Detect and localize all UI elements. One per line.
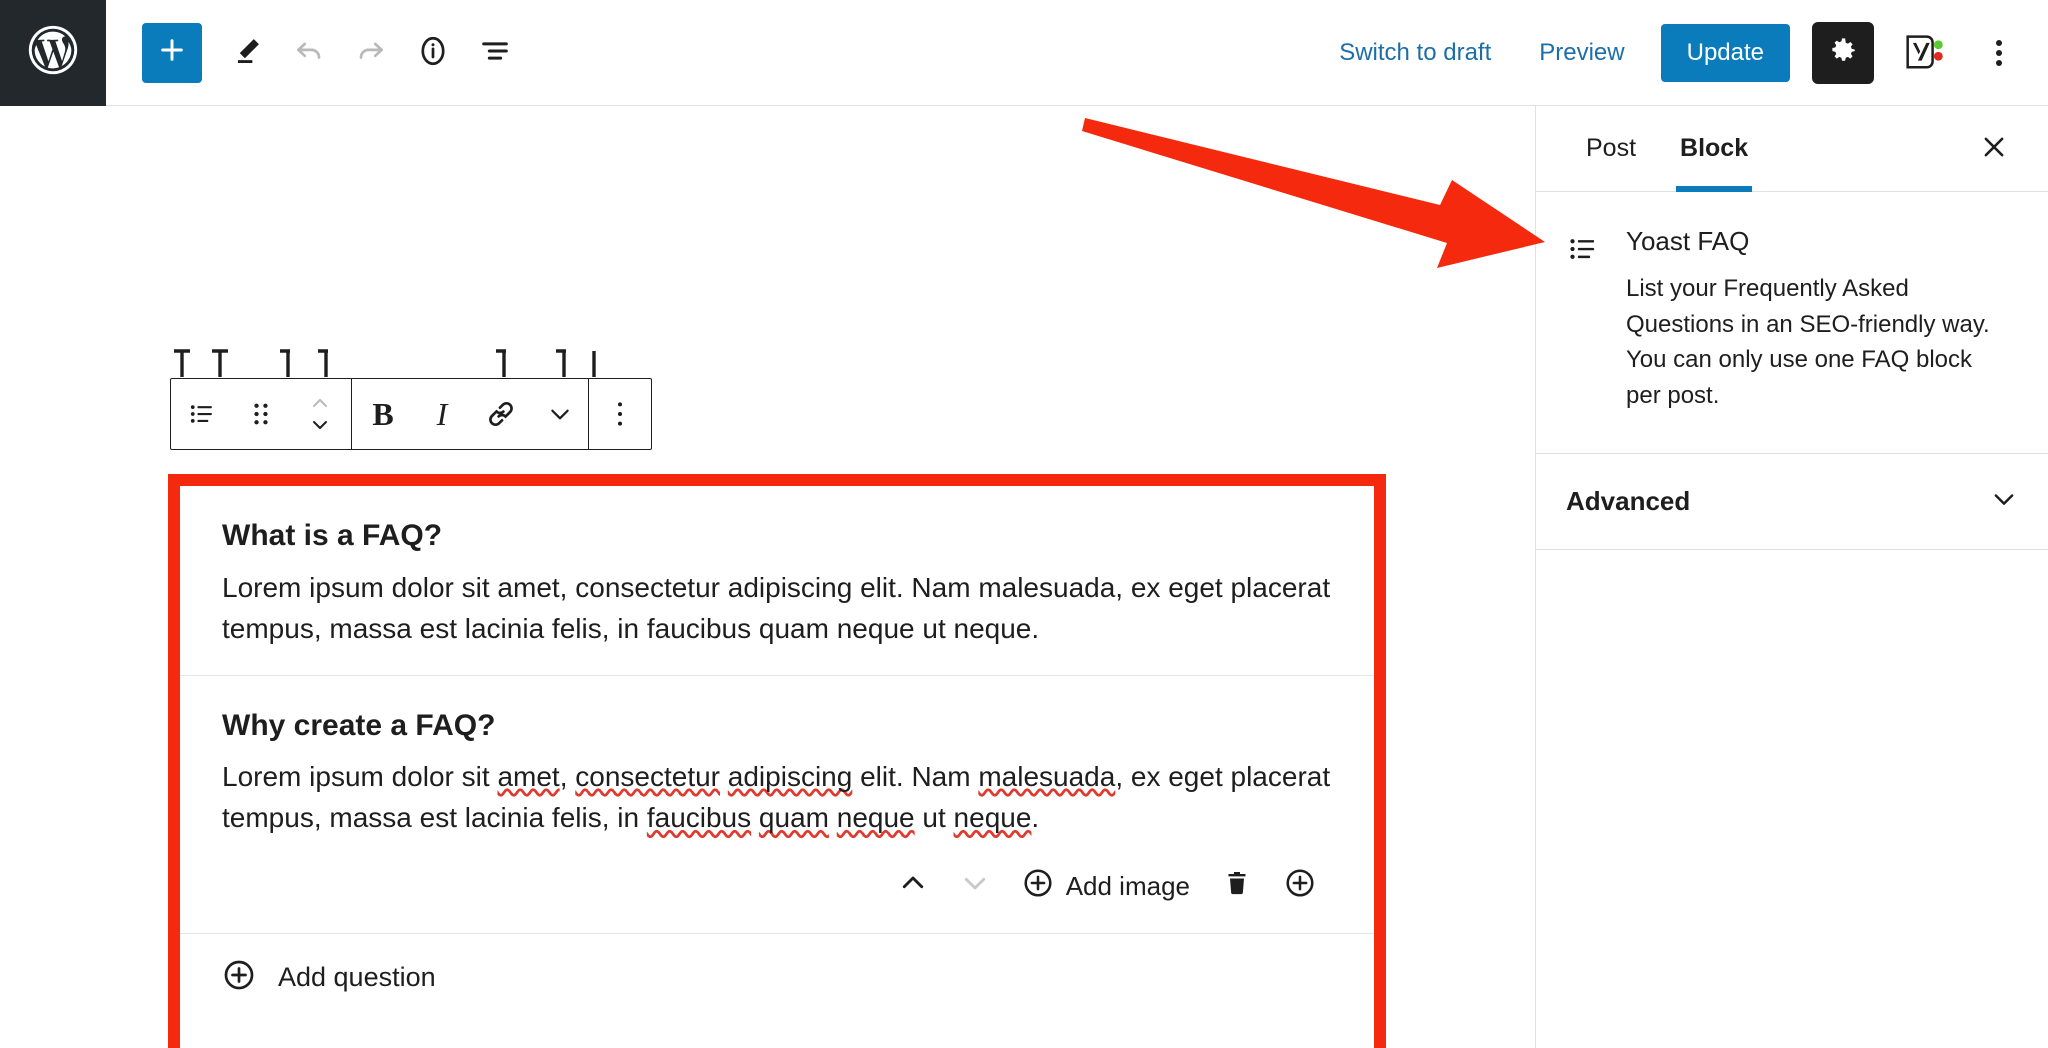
kebab-menu-icon bbox=[1996, 36, 2002, 70]
wordpress-block-editor: Switch to draft Preview Update B I What … bbox=[0, 0, 2048, 1048]
switch-to-draft-button[interactable]: Switch to draft bbox=[1315, 39, 1515, 67]
close-icon bbox=[1979, 132, 2009, 165]
block-type-icon bbox=[187, 399, 217, 429]
yoast-faq-block[interactable]: What is a FAQ? Lorem ipsum dolor sit ame… bbox=[180, 486, 1374, 1048]
block-options-icon bbox=[609, 399, 631, 429]
undo-icon bbox=[292, 34, 326, 71]
more-options-button[interactable] bbox=[1972, 22, 2026, 84]
plus-circle-icon bbox=[1022, 867, 1054, 906]
italic-icon: I bbox=[436, 395, 448, 432]
list-view-icon bbox=[478, 34, 512, 71]
chevron-down-icon bbox=[547, 401, 573, 427]
block-toolbar-group-format: B I bbox=[352, 379, 588, 449]
faq-question[interactable]: Why create a FAQ? bbox=[222, 706, 1332, 747]
edit-mode-button[interactable] bbox=[216, 22, 278, 84]
settings-sidebar: Post Block Yoast FAQ List your Frequentl… bbox=[1535, 106, 2048, 1048]
yoast-seo-button[interactable] bbox=[1890, 22, 1956, 84]
list-block-icon bbox=[1566, 226, 1600, 413]
drag-handle-icon bbox=[249, 400, 273, 428]
add-block-button[interactable] bbox=[142, 22, 202, 83]
faq-answer[interactable]: Lorem ipsum dolor sit amet, consectetur … bbox=[222, 567, 1332, 649]
more-rich-text-button[interactable] bbox=[532, 379, 588, 449]
header-left-toolbar bbox=[106, 22, 526, 84]
italic-button[interactable]: I bbox=[414, 379, 470, 449]
chevron-up-icon bbox=[898, 868, 928, 905]
drag-handle-button[interactable] bbox=[233, 379, 289, 449]
tab-post[interactable]: Post bbox=[1564, 106, 1658, 192]
preview-button[interactable]: Preview bbox=[1515, 39, 1648, 67]
chevron-down-icon bbox=[1990, 485, 2018, 518]
faq-block-highlight: What is a FAQ? Lorem ipsum dolor sit ame… bbox=[168, 474, 1386, 1048]
tab-block[interactable]: Block bbox=[1658, 106, 1770, 192]
block-toolbar-group-block bbox=[171, 379, 351, 449]
details-info-button[interactable] bbox=[402, 22, 464, 84]
gear-icon bbox=[1826, 34, 1860, 73]
faq-question[interactable]: What is a FAQ? bbox=[222, 516, 1332, 557]
move-question-up-button[interactable] bbox=[882, 859, 944, 915]
edit-pencil-icon bbox=[230, 34, 264, 71]
panel-advanced-label: Advanced bbox=[1566, 486, 1691, 517]
header-right-toolbar: Switch to draft Preview Update bbox=[1315, 0, 2048, 106]
add-image-label: Add image bbox=[1065, 871, 1190, 902]
undo-button[interactable] bbox=[278, 22, 340, 84]
close-sidebar-button[interactable] bbox=[1968, 123, 2020, 175]
move-updown-button[interactable] bbox=[289, 379, 351, 449]
bold-icon: B bbox=[372, 395, 394, 432]
block-toolbar-group-options bbox=[589, 379, 651, 449]
settings-button[interactable] bbox=[1812, 22, 1874, 84]
yoast-seo-icon bbox=[1900, 28, 1946, 79]
link-icon bbox=[485, 398, 517, 430]
info-icon bbox=[416, 34, 450, 71]
block-description: List your Frequently Asked Questions in … bbox=[1626, 275, 1990, 409]
trash-icon bbox=[1222, 868, 1252, 905]
block-options-button[interactable] bbox=[589, 379, 651, 449]
add-question-button[interactable]: Add question bbox=[180, 934, 1374, 1021]
list-view-button[interactable] bbox=[464, 22, 526, 84]
editor-header: Switch to draft Preview Update bbox=[0, 0, 2048, 106]
plus-circle-icon bbox=[222, 958, 256, 997]
insert-question-button[interactable] bbox=[1268, 859, 1332, 915]
editor-canvas: B I What is a FAQ? Lorem ipsum dolor sit… bbox=[0, 106, 1535, 1048]
move-updown-icon bbox=[306, 392, 334, 436]
move-question-down-button[interactable] bbox=[944, 859, 1006, 915]
sidebar-tabs: Post Block bbox=[1536, 106, 2048, 192]
chevron-down-icon bbox=[960, 868, 990, 905]
block-toolbar: B I bbox=[170, 378, 652, 450]
add-image-button[interactable]: Add image bbox=[1006, 859, 1206, 915]
faq-item[interactable]: What is a FAQ? Lorem ipsum dolor sit ame… bbox=[180, 486, 1374, 676]
faq-item[interactable]: Why create a FAQ? Lorem ipsum dolor sit … bbox=[180, 676, 1374, 847]
bold-button[interactable]: B bbox=[352, 379, 414, 449]
faq-answer[interactable]: Lorem ipsum dolor sit amet, consectetur … bbox=[222, 756, 1332, 838]
wordpress-logo-button[interactable] bbox=[0, 0, 106, 106]
delete-question-button[interactable] bbox=[1206, 859, 1268, 915]
caret-guide-marks bbox=[174, 349, 596, 377]
block-info-text: Yoast FAQ List your Frequently Asked Que… bbox=[1626, 226, 1996, 413]
block-title: Yoast FAQ bbox=[1626, 226, 1750, 256]
redo-button[interactable] bbox=[340, 22, 402, 84]
block-info-card: Yoast FAQ List your Frequently Asked Que… bbox=[1536, 192, 2048, 455]
faq-item-actions: Add image bbox=[180, 847, 1374, 934]
wordpress-logo-icon bbox=[24, 21, 82, 84]
update-button[interactable]: Update bbox=[1660, 24, 1790, 82]
add-question-label: Add question bbox=[278, 961, 436, 992]
plus-circle-icon bbox=[1284, 867, 1316, 906]
plus-icon bbox=[156, 34, 188, 71]
panel-advanced[interactable]: Advanced bbox=[1536, 454, 2048, 551]
block-type-button[interactable] bbox=[171, 379, 233, 449]
link-button[interactable] bbox=[470, 379, 532, 449]
redo-icon bbox=[354, 34, 388, 71]
